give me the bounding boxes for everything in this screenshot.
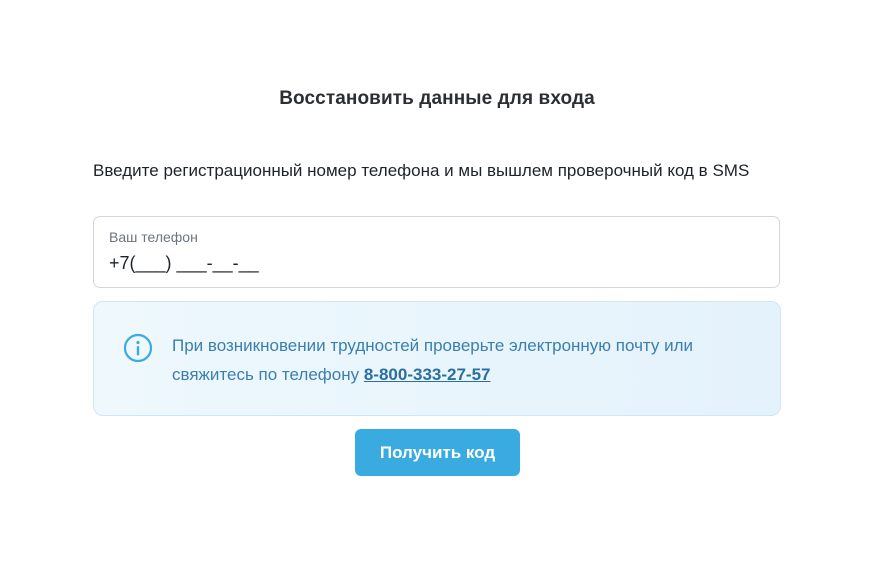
info-message: При возникновении трудностей проверьте э… [172,331,762,389]
support-phone-link[interactable]: 8-800-333-27-57 [364,365,491,384]
password-recovery-page: Восстановить данные для входа Введите ре… [0,0,870,561]
get-code-button[interactable]: Получить код [355,429,520,476]
page-title: Восстановить данные для входа [279,88,595,109]
phone-field[interactable]: Ваш телефон [93,216,780,288]
phone-input[interactable] [109,253,709,274]
phone-field-label: Ваш телефон [109,229,198,245]
info-icon [123,333,153,363]
instruction-text: Введите регистрационный номер телефона и… [93,161,750,180]
info-box: При возникновении трудностей проверьте э… [93,301,781,416]
